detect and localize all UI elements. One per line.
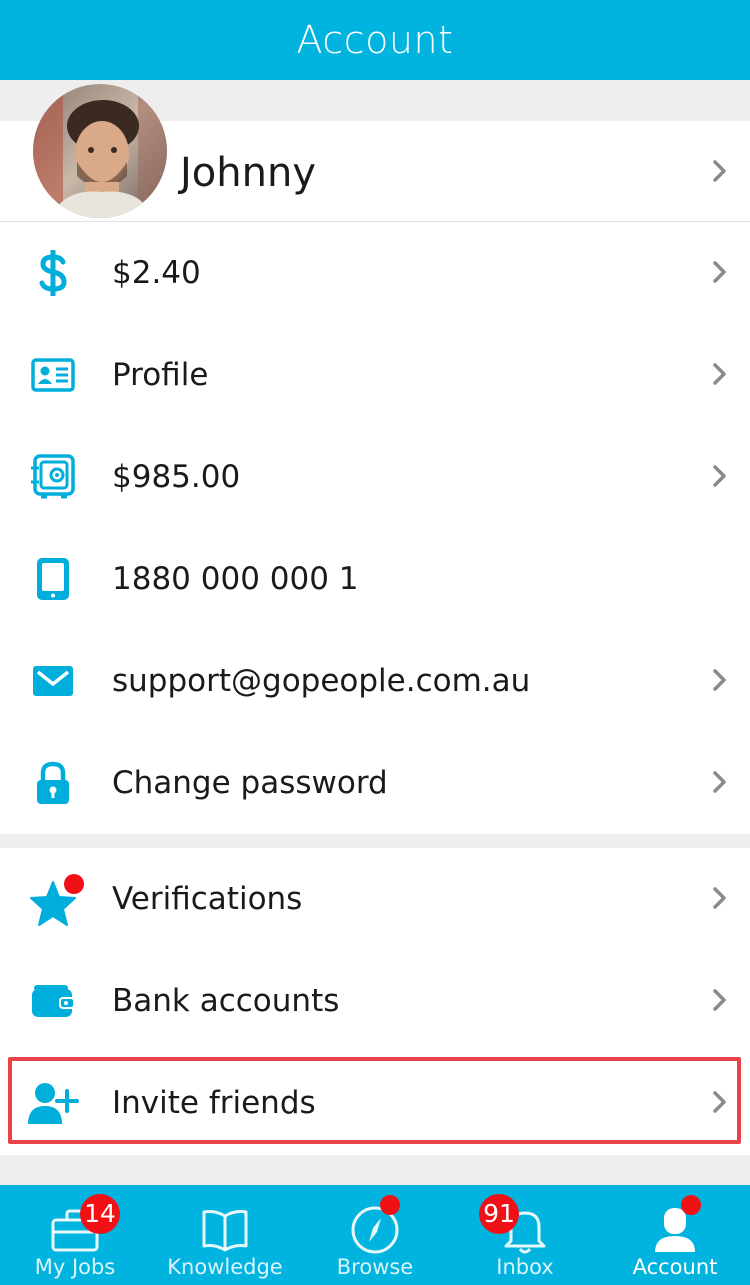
chevron-right-icon (713, 887, 726, 909)
chevron-right-icon (713, 989, 726, 1011)
menu-item-label: support@gopeople.com.au (112, 663, 531, 699)
tab-inbox[interactable]: 91 Inbox (450, 1185, 600, 1285)
menu-item-label: Profile (112, 357, 209, 393)
notification-badge: 91 (479, 1194, 519, 1234)
tab-label: Account (632, 1255, 718, 1279)
menu-item-phone: 1880 000 000 1 (0, 528, 750, 630)
profile-name: Johnny (180, 150, 316, 196)
menu-item-label: $985.00 (112, 459, 241, 495)
menu-item-credit[interactable]: $2.40 (0, 222, 750, 324)
notification-badge: 14 (80, 1194, 120, 1234)
chevron-right-icon (713, 669, 726, 691)
header-bar: Account (0, 0, 750, 80)
page-title: Account (296, 18, 454, 62)
menu-item-bank-accounts[interactable]: Bank accounts (0, 950, 750, 1052)
notification-dot (380, 1195, 400, 1215)
safe-icon (26, 450, 80, 504)
notification-dot (64, 874, 84, 894)
avatar[interactable] (33, 84, 167, 218)
tab-my-jobs[interactable]: 14 My Jobs (0, 1185, 150, 1285)
menu-item-change-password[interactable]: Change password (0, 732, 750, 834)
menu-item-label: Change password (112, 765, 388, 801)
bottom-tab-bar: 14 My Jobs Knowledge Browse 91 Inbox Acc… (0, 1185, 750, 1285)
chevron-right-icon (713, 261, 726, 283)
tab-browse[interactable]: Browse (300, 1185, 450, 1285)
notification-dot (681, 1195, 701, 1215)
lock-icon (26, 756, 80, 810)
dollar-icon (26, 246, 80, 300)
menu-item-invite-friends[interactable]: Invite friends (0, 1052, 750, 1154)
add-user-icon (26, 1076, 80, 1130)
tab-label: My Jobs (34, 1255, 116, 1279)
tab-label: Inbox (496, 1255, 554, 1279)
menu-item-label: Verifications (112, 881, 303, 917)
menu-item-label: Bank accounts (112, 983, 340, 1019)
section-separator (0, 1155, 750, 1185)
phone-icon (26, 552, 80, 606)
chevron-right-icon (713, 465, 726, 487)
tab-knowledge[interactable]: Knowledge (150, 1185, 300, 1285)
tab-label: Knowledge (167, 1255, 283, 1279)
menu-item-label: 1880 000 000 1 (112, 561, 359, 597)
tab-label: Browse (336, 1255, 414, 1279)
menu-item-email[interactable]: support@gopeople.com.au (0, 630, 750, 732)
section-separator (0, 834, 750, 848)
menu-item-label: $2.40 (112, 255, 201, 291)
book-icon (195, 1203, 255, 1257)
id-card-icon (26, 348, 80, 402)
wallet-icon (26, 974, 80, 1028)
menu-item-balance[interactable]: $985.00 (0, 426, 750, 528)
chevron-right-icon (713, 1091, 726, 1113)
chevron-right-icon (713, 363, 726, 385)
mail-icon (26, 654, 80, 708)
chevron-right-icon (713, 771, 726, 793)
menu-item-verifications[interactable]: Verifications (0, 848, 750, 950)
tab-account[interactable]: Account (600, 1185, 750, 1285)
menu-item-label: Invite friends (112, 1085, 316, 1121)
chevron-right-icon (713, 160, 726, 182)
menu-item-profile[interactable]: Profile (0, 324, 750, 426)
